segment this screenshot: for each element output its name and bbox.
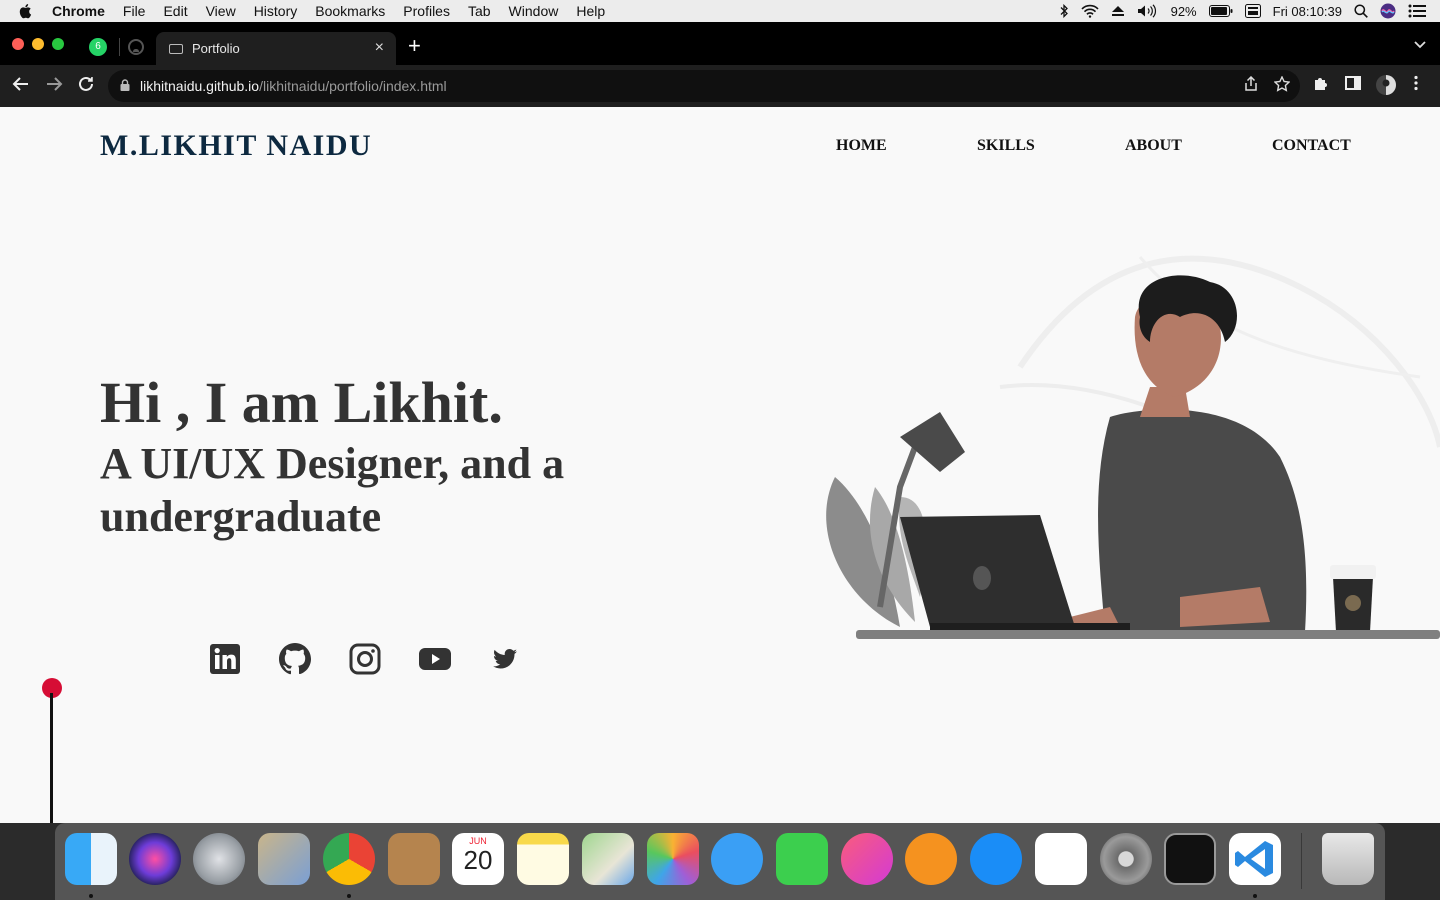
window-zoom-button[interactable] (52, 38, 64, 50)
nav-about[interactable]: ABOUT (1125, 137, 1182, 155)
dock-photos-icon[interactable] (647, 833, 699, 885)
dock-running-indicator (1253, 894, 1257, 898)
hero-illustration (826, 255, 1440, 639)
menu-view[interactable]: View (206, 3, 236, 19)
eject-icon[interactable] (1111, 5, 1125, 17)
tab-portfolio[interactable]: Portfolio × (156, 32, 396, 65)
battery-icon[interactable] (1208, 5, 1233, 17)
extensions-puzzle-icon[interactable] (1313, 75, 1329, 96)
nav-skills[interactable]: SKILLS (977, 137, 1035, 155)
share-icon[interactable] (1244, 75, 1258, 96)
menubar-clock[interactable]: Fri 08:10:39 (1273, 4, 1342, 19)
back-arrow-icon[interactable] (10, 75, 32, 98)
reload-icon[interactable] (75, 75, 97, 98)
wifi-icon[interactable] (1081, 4, 1099, 18)
menu-window[interactable]: Window (509, 3, 559, 19)
dock-messages-icon[interactable] (711, 833, 763, 885)
dock-running-indicator (89, 894, 93, 898)
window-close-button[interactable] (12, 38, 24, 50)
pinned-tab-whatsapp[interactable]: 6 (89, 38, 107, 56)
menu-tab[interactable]: Tab (468, 3, 491, 19)
bluetooth-icon[interactable] (1059, 4, 1069, 18)
volume-icon[interactable] (1137, 4, 1159, 18)
menu-edit[interactable]: Edit (163, 3, 187, 19)
tab-favicon-icon (169, 43, 183, 54)
dock-contacts-icon[interactable] (388, 833, 440, 885)
spotlight-search-icon[interactable] (1354, 4, 1368, 18)
dock-mail-icon[interactable] (258, 833, 310, 885)
pinned-tab-github[interactable] (128, 39, 146, 57)
dock-running-indicator (347, 894, 351, 898)
tab-close-icon[interactable]: × (375, 39, 384, 57)
url-path: /likhitnaidu/portfolio/index.html (259, 78, 447, 94)
nav-contact[interactable]: CONTACT (1272, 137, 1351, 155)
twitter-icon[interactable] (488, 642, 522, 676)
site-navigation: HOME SKILLS ABOUT CONTACT (0, 137, 1440, 157)
menu-profiles[interactable]: Profiles (403, 3, 450, 19)
youtube-icon[interactable] (418, 642, 452, 676)
dock-app-store-icon[interactable] (970, 833, 1022, 885)
new-tab-button[interactable]: + (408, 35, 421, 57)
scroll-indicator-line (50, 693, 53, 823)
lock-icon[interactable] (120, 78, 130, 94)
notification-center-icon[interactable] (1408, 4, 1426, 18)
hero-greeting: Hi , I am Likhit. (100, 370, 503, 435)
bookmark-star-icon[interactable] (1273, 75, 1291, 96)
macos-menubar: Chrome File Edit View History Bookmarks … (0, 0, 1440, 22)
window-minimize-button[interactable] (32, 38, 44, 50)
nav-home[interactable]: HOME (836, 137, 887, 155)
web-page-viewport: M.LIKHIT NAIDU HOME SKILLS ABOUT CONTACT… (0, 107, 1440, 823)
chrome-menu-icon[interactable] (1413, 75, 1419, 96)
tab-title: Portfolio (192, 41, 240, 56)
dock-calendar-icon[interactable]: JUN 20 (452, 833, 504, 885)
forward-arrow-icon[interactable] (43, 75, 65, 98)
battery-percent: 92% (1170, 3, 1197, 19)
linkedin-icon[interactable] (208, 642, 242, 676)
address-bar[interactable]: likhitnaidu.github.io/likhitnaidu/portfo… (108, 70, 1300, 102)
dock-siri-icon[interactable] (129, 833, 181, 885)
tab-search-chevron-icon[interactable] (1414, 38, 1426, 52)
browser-toolbar: likhitnaidu.github.io/likhitnaidu/portfo… (0, 65, 1440, 107)
dock-finder-icon[interactable] (65, 833, 117, 885)
dock-separator (1301, 833, 1302, 889)
macos-dock: JUN 20 (55, 823, 1385, 900)
dock-system-preferences-icon[interactable] (1100, 833, 1152, 885)
browser-tab-strip: 6 Portfolio × + (0, 22, 1440, 65)
dock-trash-icon[interactable] (1322, 833, 1374, 885)
hero-role: A UI/UX Designer, and a undergraduate (100, 439, 565, 541)
dock-launchpad-icon[interactable] (193, 833, 245, 885)
menu-history[interactable]: History (254, 3, 298, 19)
github-icon[interactable] (278, 642, 312, 676)
tab-divider (119, 38, 120, 56)
menu-file[interactable]: File (123, 3, 146, 19)
dock-books-icon[interactable] (905, 833, 957, 885)
dock-facetime-icon[interactable] (776, 833, 828, 885)
dock-reminders-icon[interactable] (1035, 833, 1087, 885)
dock-vscode-icon[interactable] (1229, 833, 1281, 885)
instagram-icon[interactable] (348, 642, 382, 676)
side-panel-icon[interactable] (1345, 75, 1361, 96)
apple-menu-icon[interactable] (18, 3, 36, 19)
dock-terminal-icon[interactable] (1164, 833, 1216, 885)
profile-avatar[interactable] (1375, 74, 1397, 101)
pinned-tab-badge: 6 (95, 41, 101, 52)
menu-help[interactable]: Help (576, 3, 605, 19)
menubar-status-area: 92% Fri 08:10:39 (1059, 0, 1426, 22)
menu-bookmarks[interactable]: Bookmarks (315, 3, 385, 19)
dock-music-icon[interactable] (841, 833, 893, 885)
dock-maps-icon[interactable] (582, 833, 634, 885)
menu-app-name[interactable]: Chrome (52, 3, 105, 19)
dock-chrome-icon[interactable] (323, 833, 375, 885)
url-host: likhitnaidu.github.io (140, 78, 260, 94)
calendar-day: 20 (463, 845, 493, 875)
keyboard-input-icon[interactable] (1244, 4, 1261, 18)
dock-notes-icon[interactable] (517, 833, 569, 885)
siri-icon[interactable] (1380, 3, 1396, 19)
